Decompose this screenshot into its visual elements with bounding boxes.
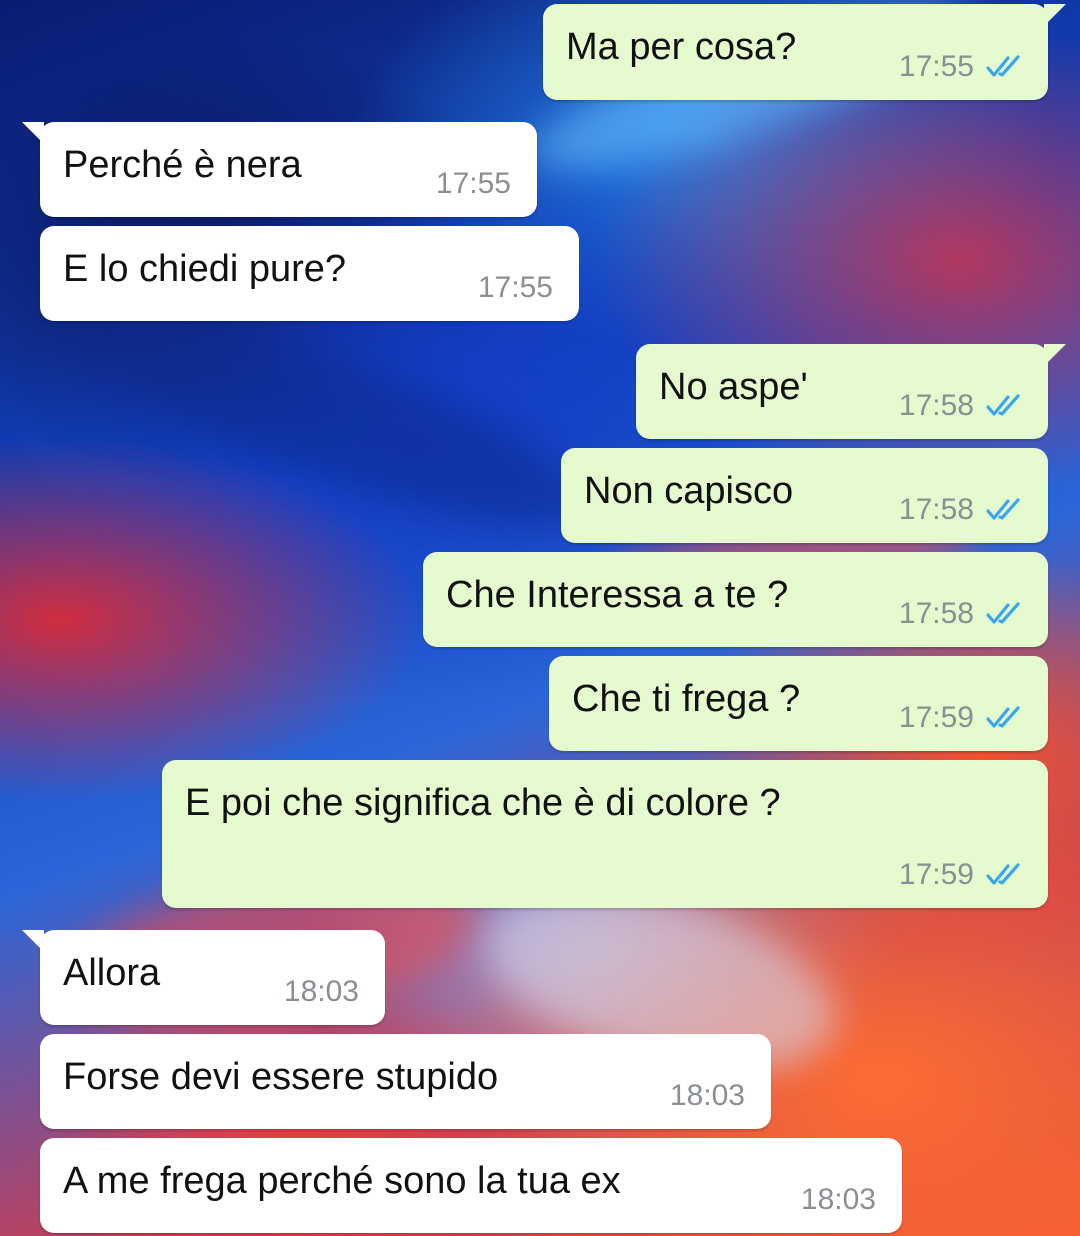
message-time: 17:55 [898,50,974,83]
message-text: A me frega perché sono la tua ex [63,1160,621,1202]
message-bubble-outgoing[interactable]: Che ti frega ? 17:59 [549,656,1048,751]
message-text: No aspe' [659,366,808,408]
bubble-tail [22,122,44,144]
message-time: 17:58 [898,597,974,630]
message-text: Che Interessa a te ? [446,574,789,616]
message-list[interactable]: Ma per cosa? 17:55 Perché è nera 17:55 E… [0,0,1080,1236]
message-text: E lo chiedi pure? [63,248,347,290]
message-time: 17:59 [898,701,974,734]
double-check-read-icon [986,706,1020,728]
message-time: 17:59 [898,858,974,891]
message-bubble-incoming[interactable]: Perché è nera 17:55 [22,122,537,217]
message-time: 17:55 [477,271,553,304]
message-bubble-incoming[interactable]: Allora 18:03 [22,930,385,1025]
message-bubble-incoming[interactable]: A me frega perché sono la tua ex 18:03 [40,1138,902,1233]
message-bubble-outgoing[interactable]: Ma per cosa? 17:55 [543,4,1066,100]
message-bubble-outgoing[interactable]: No aspe' 17:58 [636,344,1066,439]
message-bubble-outgoing[interactable]: Che Interessa a te ? 17:58 [423,552,1048,647]
message-time: 17:55 [435,167,511,200]
bubble-tail [1044,344,1066,366]
double-check-read-icon [986,394,1020,416]
double-check-read-icon [986,863,1020,885]
bubble-tail [1044,4,1066,26]
double-check-read-icon [986,55,1020,77]
message-bubble-outgoing[interactable]: Non capisco 17:58 [561,448,1048,543]
message-bubble-outgoing[interactable]: E poi che significa che è di colore ? 17… [162,760,1048,908]
message-time: 18:03 [669,1079,745,1112]
message-bubble-incoming[interactable]: E lo chiedi pure? 17:55 [40,226,579,321]
message-time: 18:03 [283,975,359,1008]
double-check-read-icon [986,602,1020,624]
message-text: Perché è nera [63,144,302,186]
message-text: Non capisco [584,470,794,512]
message-text: Allora [63,952,161,994]
message-bubble-incoming[interactable]: Forse devi essere stupido 18:03 [40,1034,771,1129]
message-text: Forse devi essere stupido [63,1056,499,1098]
message-text: Che ti frega ? [572,678,801,720]
double-check-read-icon [986,498,1020,520]
bubble-tail [22,930,44,952]
message-text: E poi che significa che è di colore ? [185,782,781,824]
message-time: 17:58 [898,493,974,526]
message-time: 18:03 [800,1183,876,1216]
message-text: Ma per cosa? [566,26,797,68]
message-time: 17:58 [898,389,974,422]
